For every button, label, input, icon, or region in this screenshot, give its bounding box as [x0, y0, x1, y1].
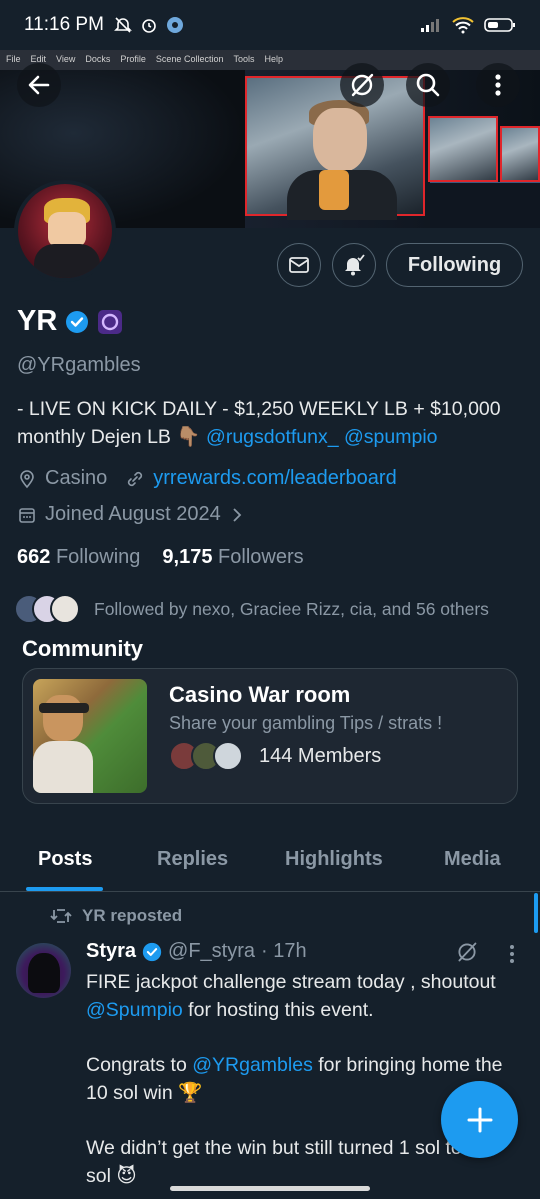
- community-name: Casino War room: [169, 682, 351, 707]
- repost-label[interactable]: YR reposted: [50, 906, 182, 926]
- profile-tabs: Posts Replies Highlights Media: [0, 836, 540, 892]
- followed-by-row[interactable]: Followed by nexo, Graciee Rizz, cia, and…: [14, 594, 489, 624]
- community-card[interactable]: Casino War room Share your gambling Tips…: [22, 668, 518, 804]
- community-members: 144 Members: [169, 741, 381, 771]
- chevron-right-icon: [233, 507, 241, 522]
- verified-badge-icon[interactable]: [65, 310, 89, 334]
- app-notification-icon: [166, 17, 183, 33]
- avatar: [50, 594, 80, 624]
- search-button[interactable]: [406, 63, 450, 107]
- profile-handle: @YRgambles: [17, 354, 141, 376]
- banner-webcam-main: [245, 76, 425, 220]
- plus-icon: [467, 1107, 492, 1132]
- community-section-title: Community: [22, 636, 143, 661]
- followed-by-avatars: [14, 594, 80, 624]
- mute-icon: [113, 17, 132, 33]
- profile-joined-row[interactable]: Joined August 2024: [17, 503, 245, 526]
- post-author-handle: @F_styra: [168, 940, 256, 962]
- active-tab-indicator: [26, 887, 103, 891]
- notifications-button[interactable]: [332, 243, 376, 287]
- community-description: Share your gambling Tips / strats !: [169, 713, 443, 733]
- back-button[interactable]: [17, 63, 61, 107]
- post-header: Styra @F_styra · 17h: [86, 940, 307, 963]
- calendar-icon: [19, 507, 35, 523]
- tab-replies[interactable]: Replies: [157, 848, 228, 871]
- profile-website-link[interactable]: yrrewards.com/leaderboard: [153, 467, 396, 490]
- affiliate-badge-icon[interactable]: [97, 309, 123, 335]
- followed-by-text: Followed by nexo, Graciee Rizz, cia, and…: [94, 598, 489, 619]
- bio-mention-link[interactable]: @spumpio: [344, 426, 438, 448]
- battery-icon: [484, 18, 515, 32]
- more-options-button[interactable]: [476, 63, 520, 107]
- post-author-name[interactable]: Styra: [86, 940, 136, 963]
- tab-highlights[interactable]: Highlights: [285, 848, 383, 871]
- post-author-avatar[interactable]: [16, 943, 71, 998]
- post-mention-link[interactable]: @Spumpio: [86, 999, 183, 1021]
- profile-name-row: YR: [17, 305, 123, 338]
- alarm-icon: [142, 19, 156, 33]
- location-pin-icon: [20, 469, 34, 488]
- grok-button[interactable]: [340, 63, 384, 107]
- repost-icon: [50, 909, 72, 923]
- tab-media[interactable]: Media: [444, 848, 501, 871]
- avatar: [213, 741, 243, 771]
- bio-mention-link[interactable]: @rugsdotfunx_: [206, 426, 339, 448]
- profile-stats: 662 Following 9,175 Followers: [17, 546, 304, 569]
- post-mention-link[interactable]: @YRgambles: [192, 1054, 313, 1076]
- followers-count-link[interactable]: 9,175 Followers: [162, 546, 303, 569]
- verified-badge-icon: [142, 942, 162, 961]
- profile-name: YR: [17, 305, 58, 337]
- post-time: · 17h: [261, 940, 307, 962]
- post-text: FIRE jackpot challenge stream today , sh…: [86, 971, 503, 1187]
- following-count-link[interactable]: 662 Following: [17, 546, 140, 569]
- grok-icon: [351, 73, 374, 97]
- grok-icon[interactable]: [456, 941, 478, 963]
- community-thumbnail: [33, 679, 147, 793]
- profile-bio: - LIVE ON KICK DAILY - $1,250 WEEKLY LB …: [17, 398, 501, 448]
- envelope-icon: [289, 257, 309, 273]
- banner-webcam-small: [428, 116, 498, 182]
- scrollbar[interactable]: [534, 893, 538, 933]
- wifi-icon: [452, 17, 474, 34]
- message-button[interactable]: [277, 243, 321, 287]
- post-more-icon[interactable]: [503, 943, 521, 965]
- profile-avatar[interactable]: [14, 180, 116, 282]
- banner-webcam-small-2: [500, 126, 540, 182]
- gesture-home-bar[interactable]: [170, 1186, 370, 1191]
- back-arrow-icon: [28, 75, 50, 95]
- status-bar: 11:16 PM: [0, 0, 540, 50]
- status-time: 11:16 PM: [24, 14, 104, 35]
- community-member-count: 144 Members: [259, 744, 382, 767]
- profile-joined: Joined August 2024: [45, 503, 221, 525]
- bell-check-icon: [345, 254, 365, 276]
- profile-meta-row: Casino yrrewards.com/leaderboard: [17, 467, 397, 490]
- compose-post-button[interactable]: [441, 1081, 518, 1158]
- search-icon: [416, 73, 440, 97]
- more-vertical-icon: [495, 74, 501, 96]
- banner-obs-menu: File Edit View Docks Profile Scene Colle…: [0, 50, 540, 70]
- tab-posts[interactable]: Posts: [38, 848, 92, 871]
- following-button[interactable]: Following: [386, 243, 523, 287]
- link-icon: [128, 471, 143, 486]
- profile-location: Casino: [45, 467, 108, 489]
- signal-icon: [421, 19, 439, 32]
